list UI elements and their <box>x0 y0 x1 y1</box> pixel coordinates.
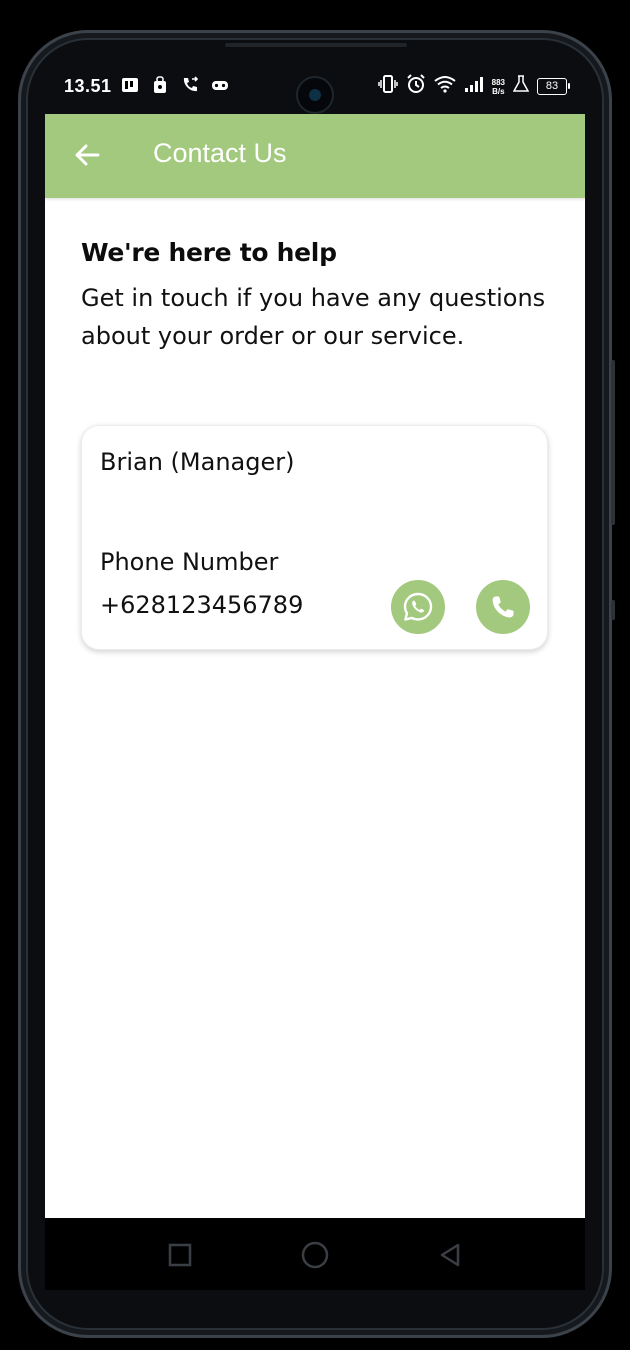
app-screen: Contact Us We're here to help Get in tou… <box>45 114 585 1218</box>
nav-back-button[interactable] <box>435 1240 465 1270</box>
status-time: 13.51 <box>64 76 112 96</box>
phone-icon <box>492 596 514 618</box>
call-button[interactable] <box>476 580 530 634</box>
recent-apps-icon <box>168 1243 192 1267</box>
help-section: We're here to help Get in touch if you h… <box>81 238 549 355</box>
notification-app-icon <box>121 76 139 94</box>
call-forward-icon <box>181 76 199 94</box>
wifi-icon <box>434 75 456 98</box>
home-button[interactable] <box>300 1240 330 1270</box>
recent-apps-button[interactable] <box>165 1240 195 1270</box>
volume-button <box>611 360 615 525</box>
whatsapp-icon <box>403 592 433 621</box>
home-icon <box>301 1241 329 1269</box>
help-subtext: Get in touch if you have any questions a… <box>81 284 546 350</box>
battery-icon: 83 <box>537 78 570 95</box>
status-left-icons <box>121 76 229 94</box>
back-icon <box>440 1243 460 1267</box>
system-nav-bar <box>45 1218 585 1290</box>
alarm-icon <box>406 74 426 99</box>
help-heading: We're here to help <box>81 238 337 267</box>
contact-card: Brian (Manager) Phone Number +6281234567… <box>81 425 548 650</box>
contact-name: Brian (Manager) <box>100 448 295 476</box>
phone-number-label: Phone Number <box>100 548 279 576</box>
arrow-left-icon <box>75 144 100 166</box>
phone-number-value: +628123456789 <box>100 591 304 619</box>
camera-lens <box>309 89 321 101</box>
page-title: Contact Us <box>153 138 287 168</box>
front-camera <box>296 76 334 114</box>
net-speed-unit: B/s <box>492 86 505 96</box>
vibrate-icon <box>377 75 398 98</box>
notification-bag-icon <box>151 76 169 94</box>
power-button <box>611 600 615 620</box>
signal-icon <box>464 75 484 98</box>
back-button[interactable] <box>71 139 103 171</box>
app-bar: Contact Us <box>45 114 585 198</box>
flask-icon <box>512 75 530 98</box>
game-icon <box>211 76 229 94</box>
status-right-icons: 883 B/s 83 <box>377 74 570 99</box>
whatsapp-button[interactable] <box>391 580 445 634</box>
earpiece-speaker <box>225 43 407 47</box>
net-speed: 883 B/s <box>492 78 505 96</box>
net-speed-value: 883 <box>491 77 505 87</box>
